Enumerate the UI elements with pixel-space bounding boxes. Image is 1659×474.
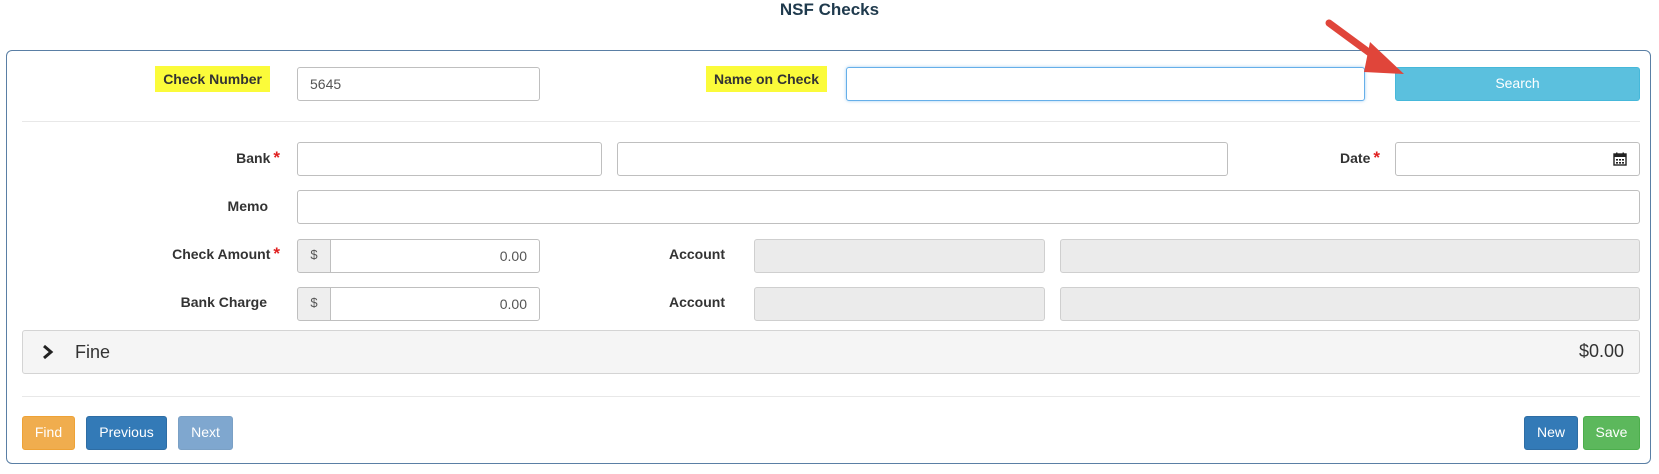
check-number-label: Check Number (155, 66, 270, 92)
save-button[interactable]: Save (1583, 416, 1640, 450)
calendar-icon (1613, 152, 1627, 166)
bank-label: Bank (236, 150, 271, 166)
name-on-check-label: Name on Check (705, 66, 827, 92)
fine-collapsible-header[interactable]: Fine $0.00 (22, 330, 1640, 374)
bank-required-mark: * (273, 148, 280, 167)
memo-label: Memo (227, 198, 268, 214)
bank-name-input[interactable] (617, 142, 1228, 176)
previous-button[interactable]: Previous (86, 416, 167, 450)
new-button[interactable]: New (1524, 416, 1578, 450)
fine-amount: $0.00 (1578, 341, 1624, 361)
check-number-label-wrap: Check Number (100, 66, 270, 92)
bank-charge-label: Bank Charge (180, 294, 267, 310)
check-amount-currency-addon: $ (297, 239, 331, 273)
search-divider (22, 121, 1640, 122)
annotation-arrow-icon (1325, 19, 1404, 74)
account-label-2: Account (669, 294, 725, 310)
bank-code-input[interactable] (297, 142, 602, 176)
name-on-check-label-wrap: Name on Check (660, 66, 827, 92)
name-on-check-input[interactable] (846, 67, 1365, 101)
next-button[interactable]: Next (178, 416, 233, 450)
check-amount-input[interactable] (330, 239, 540, 273)
memo-input[interactable] (297, 190, 1640, 224)
bank-charge-input[interactable] (330, 287, 540, 321)
check-amount-label: Check Amount (172, 246, 271, 262)
date-label-wrap: Date * (1290, 148, 1380, 167)
check-number-input[interactable] (297, 67, 540, 101)
search-button[interactable]: Search (1395, 67, 1640, 101)
fine-label: Fine (75, 342, 111, 362)
bank-charge-currency-addon: $ (297, 287, 331, 321)
chevron-right-icon (43, 344, 54, 360)
page-title: NSF Checks (779, 0, 880, 19)
date-required-mark: * (1373, 148, 1380, 167)
bank-charge-account-name-input (1060, 287, 1640, 321)
check-amount-required-mark: * (273, 244, 280, 263)
check-amount-label-wrap: Check Amount * (100, 244, 280, 263)
calendar-button[interactable] (1600, 142, 1640, 176)
date-input[interactable] (1395, 142, 1601, 176)
footer-divider (22, 396, 1640, 397)
date-label: Date (1340, 150, 1371, 166)
find-button[interactable]: Find (22, 416, 75, 450)
bank-label-wrap: Bank * (160, 148, 280, 167)
account-label-1: Account (669, 246, 725, 262)
check-account-name-input (1060, 239, 1640, 273)
check-account-code-input (754, 239, 1045, 273)
bank-charge-account-code-input (754, 287, 1045, 321)
